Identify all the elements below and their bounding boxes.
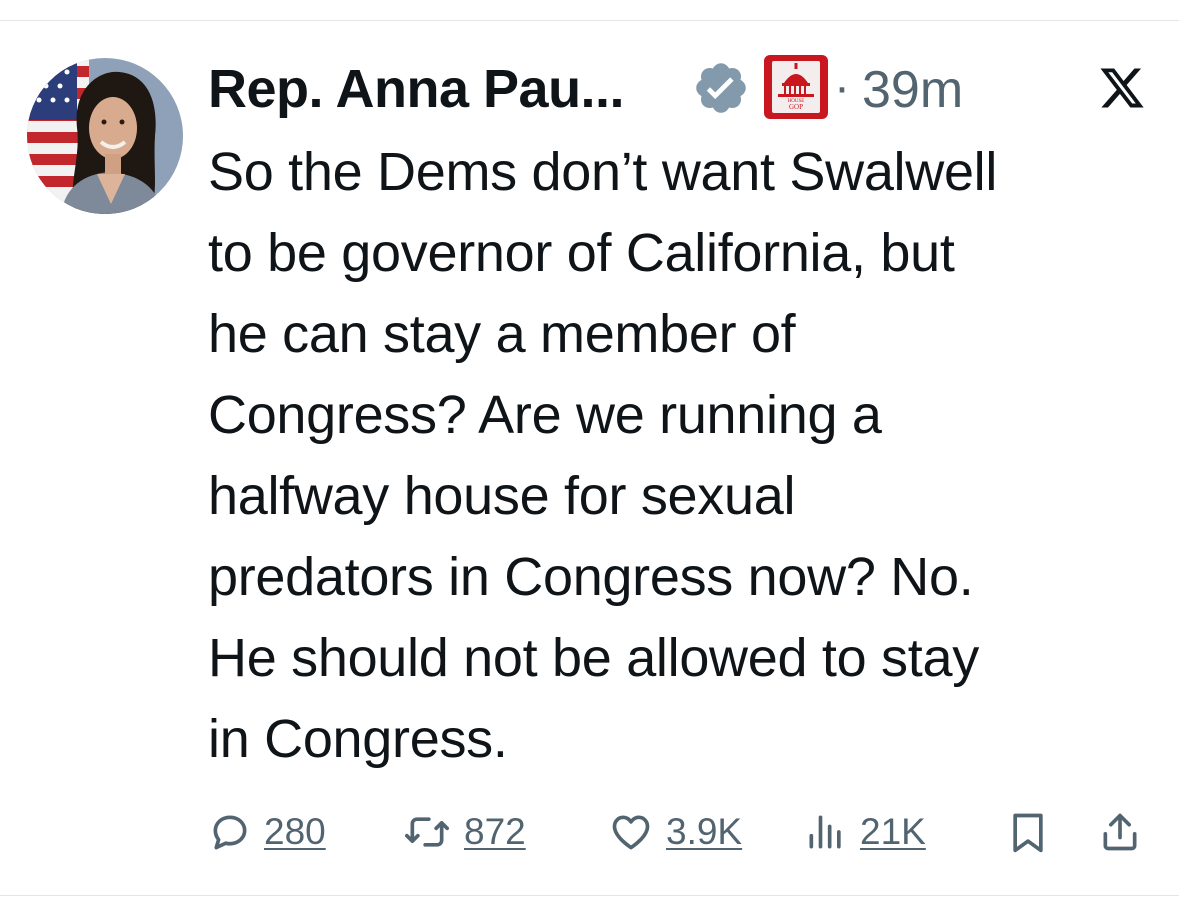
- share-icon: [1103, 813, 1137, 851]
- tweet-line: halfway house for sexual: [208, 466, 796, 526]
- tweet-actions: 280 872 3.9K 21K: [0, 800, 1179, 864]
- like-count[interactable]: 3.9K: [666, 811, 742, 853]
- repost-count[interactable]: 872: [464, 811, 526, 853]
- views-count[interactable]: 21K: [860, 811, 926, 853]
- like-button[interactable]: 3.9K: [608, 800, 742, 864]
- top-divider: [0, 20, 1179, 21]
- tweet-line: Congress? Are we running a: [208, 385, 882, 445]
- author-name[interactable]: Rep. Anna Pau...: [208, 58, 625, 120]
- views-bars-icon: [809, 815, 841, 849]
- house-gop-capitol-icon[interactable]: HOUSE GOP: [764, 55, 828, 119]
- verified-badge-icon: [696, 63, 746, 113]
- tweet-line: to be governor of California, but: [208, 223, 955, 283]
- tweet-text: So the Dems don’t want Swalwell to be go…: [208, 132, 1158, 780]
- separator-dot: ·: [834, 61, 850, 114]
- heart-icon: [612, 815, 650, 850]
- reply-count[interactable]: 280: [264, 811, 326, 853]
- reply-button[interactable]: 280: [208, 800, 326, 864]
- tweet-line: he can stay a member of: [208, 304, 796, 364]
- tweet-line: So the Dems don’t want Swalwell: [208, 142, 998, 202]
- repost-arrows-icon: [405, 817, 449, 847]
- bookmark-button[interactable]: [1008, 800, 1048, 864]
- tweet-header: Rep. Anna Pau... HOUSE GOP · 39m: [208, 52, 1153, 124]
- reply-bubble-icon: [213, 815, 247, 850]
- x-logo-icon: [1100, 68, 1144, 108]
- tweet-line: predators in Congress now? No.: [208, 547, 974, 607]
- timestamp[interactable]: 39m: [862, 60, 963, 120]
- bottom-divider: [0, 895, 1179, 896]
- views-button[interactable]: 21K: [804, 800, 926, 864]
- tweet-line: in Congress.: [208, 709, 508, 769]
- svg-text:GOP: GOP: [789, 103, 803, 111]
- share-button[interactable]: [1098, 800, 1142, 864]
- repost-button[interactable]: 872: [402, 800, 526, 864]
- author-avatar[interactable]: [27, 58, 183, 214]
- bookmark-icon: [1013, 813, 1043, 853]
- tweet-line: He should not be allowed to stay: [208, 628, 979, 688]
